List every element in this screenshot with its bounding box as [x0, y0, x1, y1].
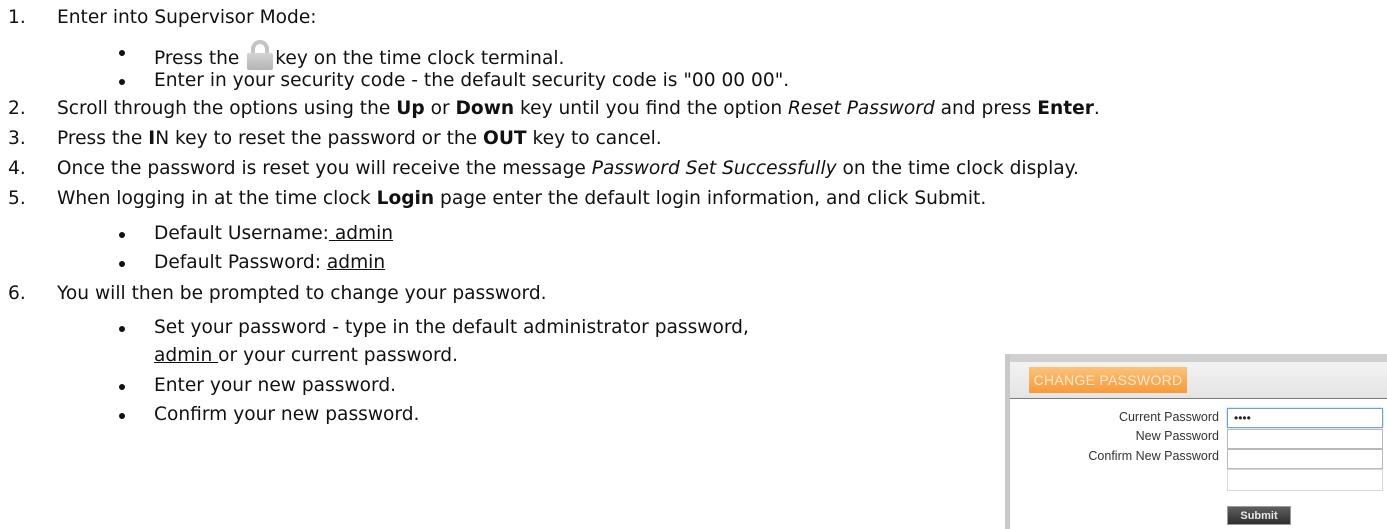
step-text: Once the password is reset you will rece…	[51, 158, 1079, 179]
step-number: 6.	[8, 283, 26, 304]
step-bullet: Default Username: admin	[154, 223, 394, 244]
step-text: Press the IN key to reset the password o…	[57, 128, 662, 149]
new-password-input[interactable]	[1227, 429, 1383, 449]
bullet-dot	[119, 50, 125, 56]
confirm-password-input[interactable]	[1227, 449, 1383, 469]
step-text: Scroll through the options using the Up …	[57, 98, 1100, 119]
bullet-dot	[119, 326, 125, 332]
divider	[1010, 398, 1387, 399]
step-text: Enter into Supervisor Mode:	[57, 7, 317, 28]
panel-border	[1005, 354, 1387, 362]
step-number: 3.	[8, 128, 26, 149]
lock-icon	[247, 40, 274, 70]
password-link: admin	[326, 252, 386, 273]
bullet-dot	[119, 261, 125, 267]
current-password-input[interactable]: ••••	[1227, 408, 1383, 428]
bullet-text: Set your password - type in the default …	[154, 317, 749, 338]
change-password-title: CHANGE PASSWORD	[1029, 367, 1187, 393]
bullet-text: Enter your new password.	[154, 375, 397, 396]
bullet-text: key on the time clock terminal.	[275, 48, 565, 69]
bullet-text: Press the	[154, 48, 240, 69]
change-password-panel: CHANGE PASSWORD Current Password •••• Ne…	[1005, 354, 1387, 529]
step-text: You will then be prompted to change your…	[57, 283, 547, 304]
bullet-dot	[119, 413, 125, 419]
bullet-text: Confirm your new password.	[154, 404, 420, 425]
new-password-label: New Password	[1135, 429, 1219, 443]
bullet-text: Enter in your security code - the defaul…	[154, 70, 790, 91]
step-number: 2.	[8, 98, 26, 119]
bullet-dot	[119, 384, 125, 390]
step-number: 4.	[8, 158, 26, 179]
step-text: When logging in at the time clock Login …	[57, 188, 987, 209]
step-bullet: Default Password: admin	[154, 252, 386, 273]
step-number: 5.	[8, 188, 26, 209]
step-bullet: Press the key on the time clock terminal…	[154, 40, 564, 71]
current-password-label: Current Password	[1118, 410, 1219, 424]
step-number: 1.	[8, 7, 26, 28]
bullet-text-continued: admin or your current password.	[154, 345, 458, 366]
bullet-dot	[119, 232, 125, 238]
bullet-dot	[119, 79, 125, 85]
confirm-password-label: Confirm New Password	[1088, 449, 1219, 463]
username-link: admin	[328, 223, 394, 244]
spacer-field	[1227, 469, 1383, 491]
submit-button[interactable]: Submit	[1227, 506, 1291, 525]
